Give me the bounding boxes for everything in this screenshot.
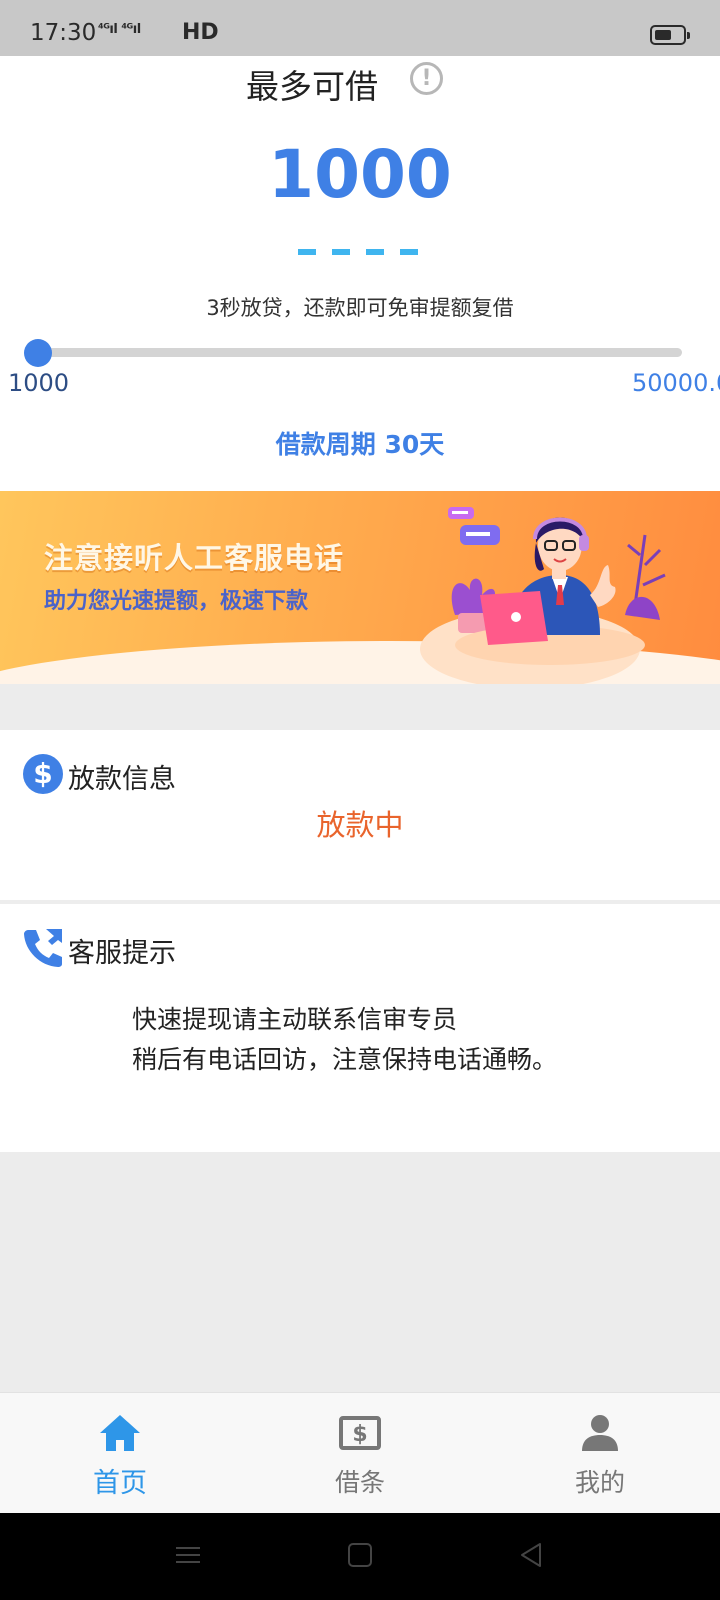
home-icon <box>100 1415 140 1451</box>
info-icon[interactable]: ! <box>410 62 443 95</box>
menu-icon[interactable] <box>175 1541 201 1569</box>
loan-amount-card: 最多可借 ! 1000 3秒放贷，还款即可免审提额复借 1000 50000.0… <box>0 56 720 491</box>
person-icon <box>582 1415 618 1451</box>
home-button-icon[interactable] <box>347 1541 373 1569</box>
svg-text:$: $ <box>352 1422 367 1447</box>
status-time: 17:30 <box>30 20 97 46</box>
tab-mine[interactable]: 我的 <box>480 1393 720 1514</box>
loan-tagline: 3秒放贷，还款即可免审提额复借 <box>206 296 514 320</box>
slider-min-label: 1000 <box>8 369 70 397</box>
amount-slider-track[interactable] <box>38 348 682 357</box>
service-title: 客服提示 <box>68 938 176 969</box>
phone-call-icon[interactable] <box>22 926 64 968</box>
customer-service-illustration <box>448 507 666 665</box>
loan-info-title: 放款信息 <box>68 764 176 795</box>
max-loan-title: 最多可借 <box>246 67 378 106</box>
tab-home[interactable]: 首页 <box>0 1393 240 1514</box>
status-bar: 17:30 ⁴ᴳıl ⁴ᴳıl HD <box>0 0 720 56</box>
system-nav-bar <box>0 1513 720 1600</box>
tab-iou-label: 借条 <box>334 1468 385 1497</box>
loan-period: 借款周期 30天 <box>275 430 445 459</box>
battery-icon <box>650 25 690 45</box>
loan-status: 放款中 <box>316 808 404 842</box>
banner-title: 注意接听人工客服电话 <box>44 541 345 575</box>
bottom-tab-bar: 首页 $ 借条 我的 <box>0 1392 720 1513</box>
tab-iou[interactable]: $ 借条 <box>240 1393 480 1514</box>
signal-icon: ⁴ᴳıl ⁴ᴳıl <box>98 22 141 37</box>
promo-banner[interactable]: 注意接听人工客服电话 助力您光速提额，极速下款 <box>0 491 720 684</box>
loan-amount: 1000 <box>268 136 452 213</box>
service-line: 稍后有电话回访，注意保持电话通畅。 <box>132 1045 558 1074</box>
dollar-note-icon: $ <box>339 1416 381 1450</box>
dash-divider <box>298 249 434 255</box>
loan-info-card: $ 放款信息 放款中 <box>0 730 720 900</box>
network-label: HD <box>182 20 219 45</box>
slider-max-label: 50000.0 <box>632 369 720 397</box>
tab-home-label: 首页 <box>93 1468 147 1499</box>
amount-slider-thumb[interactable] <box>24 339 52 367</box>
back-icon[interactable] <box>518 1541 544 1569</box>
tab-mine-label: 我的 <box>574 1468 625 1497</box>
dollar-icon: $ <box>23 754 63 794</box>
banner-subtitle: 助力您光速提额，极速下款 <box>44 589 309 614</box>
service-line: 快速提现请主动联系信审专员 <box>132 1005 458 1034</box>
customer-service-card: 客服提示 快速提现请主动联系信审专员 稍后有电话回访，注意保持电话通畅。 <box>0 904 720 1152</box>
